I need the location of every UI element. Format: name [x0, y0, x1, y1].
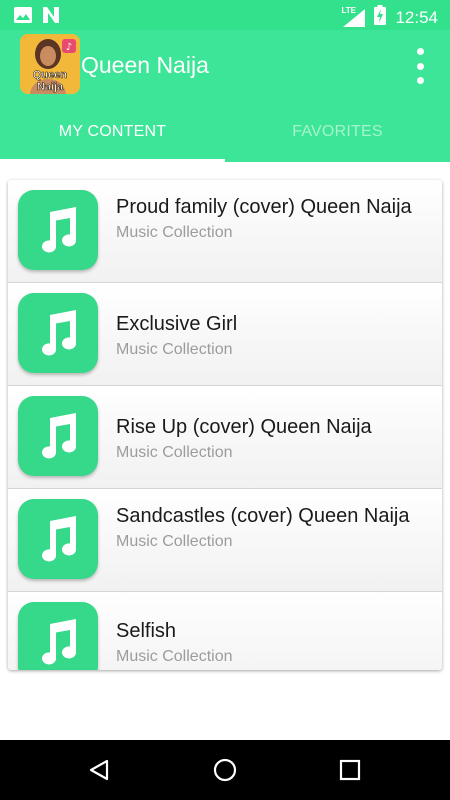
- list-item-title: Rise Up (cover) Queen Naija: [116, 416, 372, 438]
- list-item-title: Selfish: [116, 620, 177, 642]
- tab-favorites[interactable]: FAVORITES: [225, 116, 450, 162]
- list-item-title: Exclusive Girl: [116, 313, 238, 335]
- app-title: Queen Naija: [81, 52, 209, 78]
- menu-dot: [416, 48, 424, 55]
- list-item-text: Selfish Music Collection: [116, 618, 428, 668]
- list-item-subtitle: Music Collection: [116, 648, 233, 665]
- logo-text-line1: Queen: [33, 69, 68, 81]
- image-icon: [14, 7, 32, 28]
- list-item-text: Rise Up (cover) Queen Naija Music Collec…: [116, 414, 428, 464]
- music-note-icon: [18, 293, 98, 373]
- navigation-bar: [0, 740, 450, 800]
- music-note-icon: [18, 499, 98, 579]
- content-list[interactable]: Proud family (cover) Queen Naija Music C…: [8, 180, 442, 670]
- list-item-subtitle: Music Collection: [116, 533, 233, 550]
- battery-charging-icon: [374, 5, 387, 30]
- status-left: [14, 7, 60, 28]
- list-item-title: Proud family (cover) Queen Naija: [116, 196, 412, 218]
- tab-my-content[interactable]: MY CONTENT: [0, 116, 225, 162]
- list-item-text: Exclusive Girl Music Collection: [116, 311, 428, 361]
- status-bar: LTE 12:54: [0, 0, 450, 30]
- overflow-menu-icon[interactable]: [408, 48, 432, 84]
- list-item[interactable]: Rise Up (cover) Queen Naija Music Collec…: [8, 386, 442, 489]
- app-bar: ♪ Queen Naija Queen Naija MY CONTENT FAV…: [0, 30, 450, 163]
- menu-dot: [416, 77, 424, 84]
- home-icon[interactable]: [210, 755, 240, 785]
- list-item-subtitle: Music Collection: [116, 341, 233, 358]
- list-item-title: Sandcastles (cover) Queen Naija: [116, 505, 410, 527]
- list-item-subtitle: Music Collection: [116, 444, 233, 461]
- recents-icon[interactable]: [335, 755, 365, 785]
- list-item[interactable]: Exclusive Girl Music Collection: [8, 283, 442, 386]
- list-item[interactable]: Proud family (cover) Queen Naija Music C…: [8, 180, 442, 283]
- list-item-text: Proud family (cover) Queen Naija Music C…: [116, 194, 428, 244]
- status-right: LTE 12:54: [341, 5, 438, 30]
- logo-text-line2: Naija: [37, 81, 64, 93]
- list-item-text: Sandcastles (cover) Queen Naija Music Co…: [116, 503, 428, 553]
- music-note-icon: [18, 190, 98, 270]
- list-item[interactable]: Selfish Music Collection: [8, 592, 442, 670]
- list-item[interactable]: Sandcastles (cover) Queen Naija Music Co…: [8, 489, 442, 592]
- tab-indicator: [0, 159, 225, 163]
- n-app-icon: [42, 7, 60, 28]
- music-note-icon: [18, 396, 98, 476]
- list-item-subtitle: Music Collection: [116, 224, 233, 241]
- tab-bar: MY CONTENT FAVORITES: [0, 116, 450, 162]
- menu-dot: [416, 62, 424, 70]
- network-type-label: LTE: [341, 5, 356, 15]
- music-note-icon: [18, 602, 98, 670]
- signal-icon: LTE: [341, 5, 366, 27]
- app-screen: LTE 12:54 ♪ Queen Naija Queen Naija MY C…: [0, 0, 450, 800]
- back-icon[interactable]: [84, 755, 114, 785]
- clock: 12:54: [395, 7, 438, 27]
- app-logo: ♪ Queen Naija: [20, 34, 80, 94]
- svg-text:♪: ♪: [66, 42, 72, 53]
